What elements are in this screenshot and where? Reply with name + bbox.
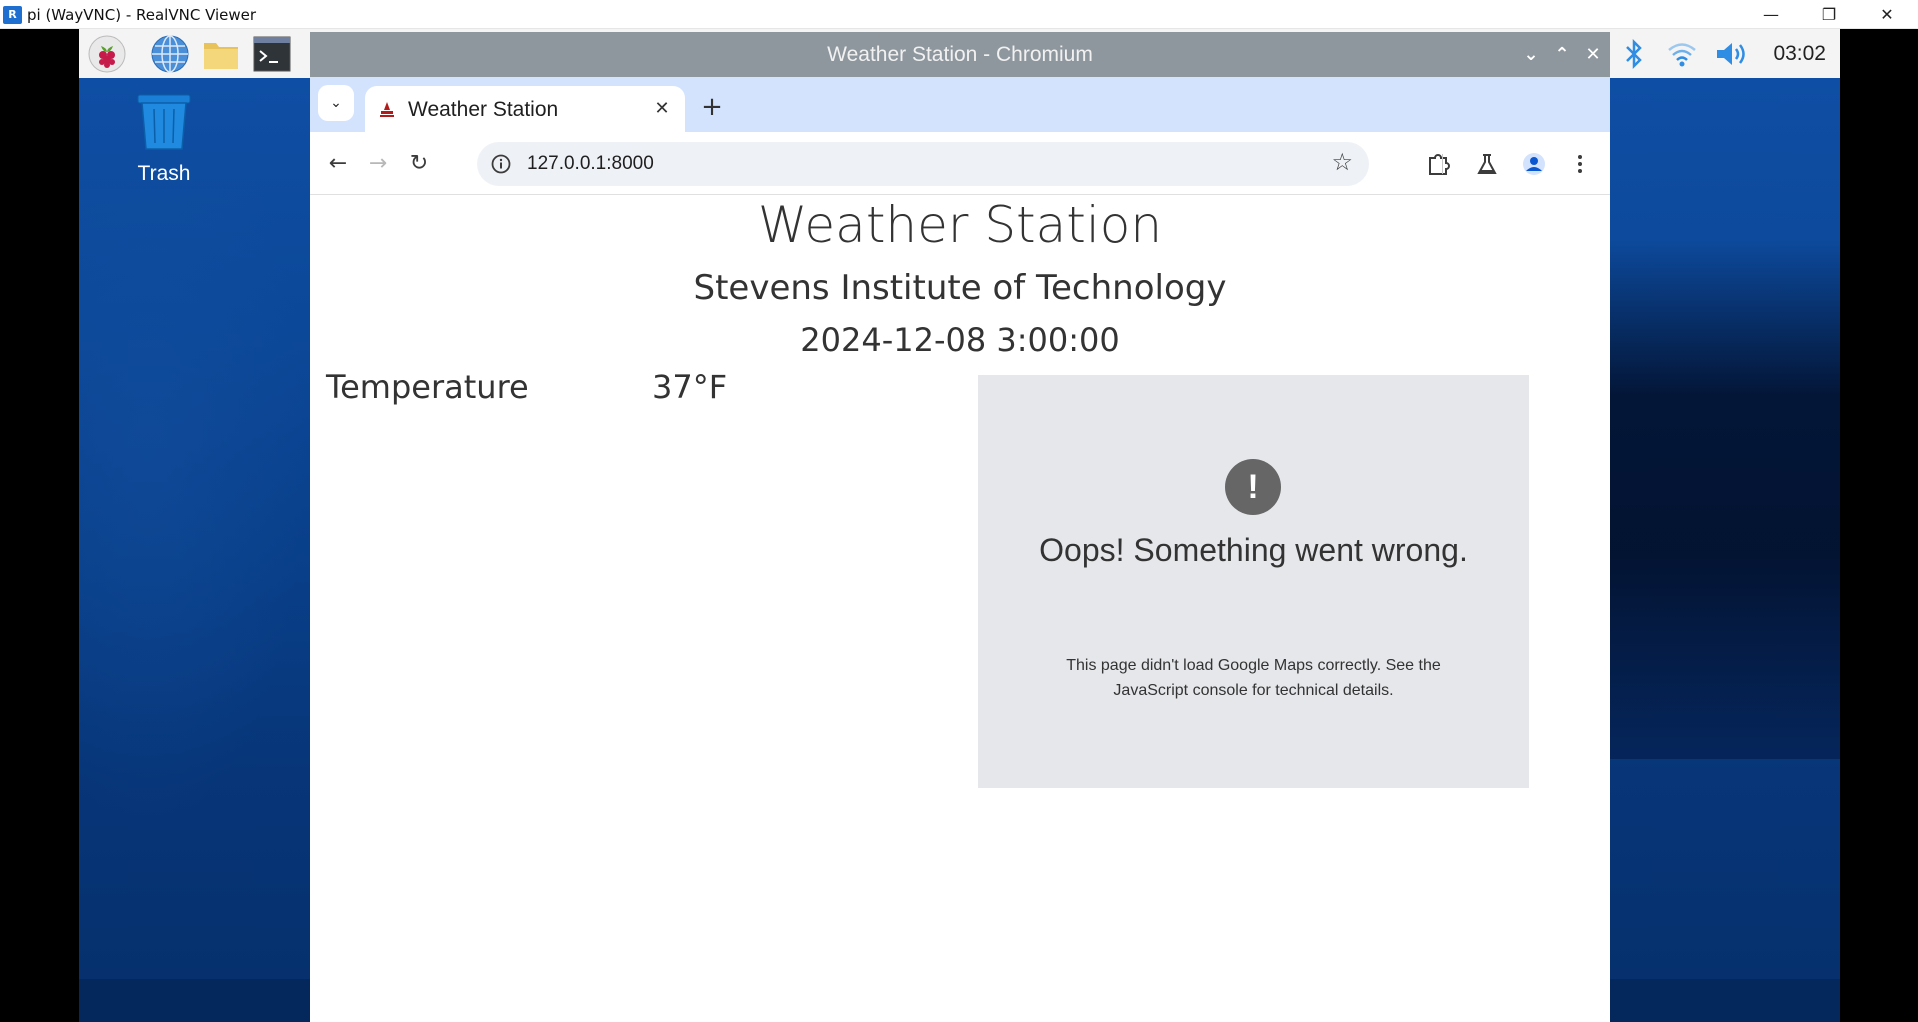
more-menu-icon[interactable] [1562, 146, 1598, 182]
bluetooth-icon[interactable] [1619, 29, 1649, 78]
error-exclamation-icon: ! [1225, 459, 1281, 515]
toolbar-separator [1442, 154, 1443, 174]
tab-close-button[interactable]: ✕ [649, 96, 675, 122]
tab-strip: ⌄ Weather Station ✕ + [310, 77, 1610, 132]
desktop-trash[interactable]: Trash [119, 93, 209, 186]
chromium-close-button[interactable]: ✕ [1578, 32, 1608, 77]
stevens-favicon-icon [380, 102, 394, 117]
wifi-icon[interactable] [1662, 29, 1702, 78]
page-title: Weather Station [757, 196, 1163, 254]
chromium-window: Weather Station - Chromium ⌄ ⌃ ✕ ⌄ Weath… [310, 32, 1610, 1022]
wallpaper-trees-right [1610, 239, 1840, 759]
chromium-maximize-button[interactable]: ⌃ [1547, 32, 1577, 77]
remote-desktop: 03:02 Trash Weather Station - Chromium ⌄… [79, 29, 1840, 1022]
extensions-icon[interactable] [1420, 146, 1456, 182]
tab-title: Weather Station [408, 98, 559, 121]
vnc-minimize-button[interactable]: — [1748, 0, 1794, 29]
profile-avatar-icon[interactable] [1516, 146, 1552, 182]
vnc-close-button[interactable]: ✕ [1864, 0, 1910, 29]
chromium-minimize-button[interactable]: ⌄ [1516, 32, 1546, 77]
vnc-restore-button[interactable]: ❐ [1806, 0, 1852, 29]
vnc-window-title: pi (WayVNC) - RealVNC Viewer [27, 6, 257, 24]
chromium-titlebar: Weather Station - Chromium ⌄ ⌃ ✕ [310, 32, 1610, 77]
vnc-viewer-titlebar: R pi (WayVNC) - RealVNC Viewer — ❐ ✕ [0, 0, 1918, 29]
volume-icon[interactable] [1710, 29, 1754, 78]
map-error-title: Oops! Something went wrong. [1039, 532, 1468, 568]
wallpaper-mountain-left [79, 189, 309, 829]
taskbar-clock: 03:02 [1773, 42, 1826, 65]
reload-button[interactable]: ↻ [401, 146, 437, 182]
forward-button[interactable]: → [360, 146, 396, 182]
trash-label: Trash [137, 162, 191, 185]
tab-weather-station[interactable]: Weather Station ✕ [365, 86, 685, 132]
reading-datetime: 2024-12-08 3:00:00 [800, 321, 1120, 359]
labs-flask-icon[interactable] [1469, 146, 1505, 182]
bookmark-star-icon[interactable]: ☆ [1331, 148, 1353, 176]
chromium-window-title: Weather Station - Chromium [827, 43, 1093, 66]
trash-icon [137, 94, 191, 150]
url-text[interactable]: 127.0.0.1:8000 [527, 153, 654, 175]
address-bar[interactable]: 127.0.0.1:8000 ☆ [477, 142, 1369, 186]
file-manager-icon[interactable] [201, 34, 241, 74]
google-map-error-panel: ! Oops! Something went wrong. This page … [978, 375, 1529, 788]
site-info-icon[interactable] [489, 152, 513, 176]
tab-search-button[interactable]: ⌄ [318, 85, 354, 121]
terminal-icon[interactable] [252, 34, 292, 74]
new-tab-button[interactable]: + [694, 89, 730, 125]
web-browser-icon[interactable] [150, 34, 190, 74]
temperature-value: 37°F [652, 368, 728, 406]
temperature-label: Temperature [326, 368, 529, 406]
back-button[interactable]: ← [320, 146, 356, 182]
raspberry-menu-icon[interactable] [87, 34, 127, 74]
web-page: Weather Station Stevens Institute of Tec… [310, 196, 1610, 1022]
map-error-message: This page didn't load Google Maps correc… [1066, 657, 1441, 699]
realvnc-logo-icon: R [3, 6, 22, 24]
page-subtitle: Stevens Institute of Technology [693, 268, 1227, 308]
browser-toolbar: ← → ↻ 127.0.0.1:8000 ☆ [310, 132, 1610, 195]
